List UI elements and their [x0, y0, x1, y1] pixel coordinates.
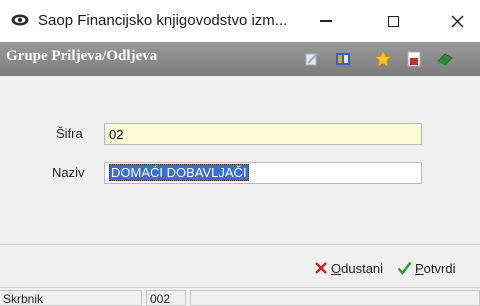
star-icon[interactable]: [374, 50, 392, 68]
maximize-button[interactable]: [373, 6, 413, 36]
minimize-button[interactable]: [306, 6, 346, 36]
cancel-x-icon: [315, 262, 327, 274]
status-user: Skrbnik: [0, 290, 142, 306]
status-code: 002: [146, 290, 186, 306]
naziv-input[interactable]: DOMAĆI DOBAVLJAČI: [104, 162, 422, 184]
form-panel: [0, 76, 480, 244]
app-eye-icon: [11, 14, 29, 26]
maximize-icon: [387, 15, 399, 27]
close-button[interactable]: [437, 6, 477, 36]
confirm-hotkey: P: [415, 260, 424, 276]
sifra-input[interactable]: [104, 123, 422, 145]
cancel-hotkey: O: [331, 260, 342, 276]
cancel-button[interactable]: Odustani: [314, 257, 383, 279]
title-bar: Saop Financijsko knjigovodstvo izm...: [0, 0, 480, 42]
naziv-selected-text: DOMAĆI DOBAVLJAČI: [109, 164, 249, 181]
confirm-label: otvrdi: [423, 260, 456, 276]
edit-icon[interactable]: [303, 50, 321, 68]
naziv-label: Naziv: [52, 165, 85, 180]
form-title: Grupe Priljeva/Odljeva: [6, 48, 158, 64]
minimize-icon: [320, 20, 332, 22]
status-bar: Skrbnik 002: [0, 287, 480, 306]
window-title: Saop Financijsko knjigovodstvo izm...: [38, 12, 288, 29]
document-icon[interactable]: [405, 50, 423, 68]
checkmark-icon: [397, 261, 412, 275]
separator: [0, 244, 480, 245]
form-header: Grupe Priljeva/Odljeva: [0, 42, 480, 76]
status-extra: [190, 290, 480, 306]
book-icon[interactable]: [436, 50, 454, 68]
cancel-label: dustani: [341, 260, 384, 276]
close-icon: [451, 15, 463, 27]
columns-icon[interactable]: [334, 50, 352, 68]
sifra-label: Šifra: [56, 126, 83, 141]
confirm-button[interactable]: Potvrdi: [397, 257, 455, 279]
